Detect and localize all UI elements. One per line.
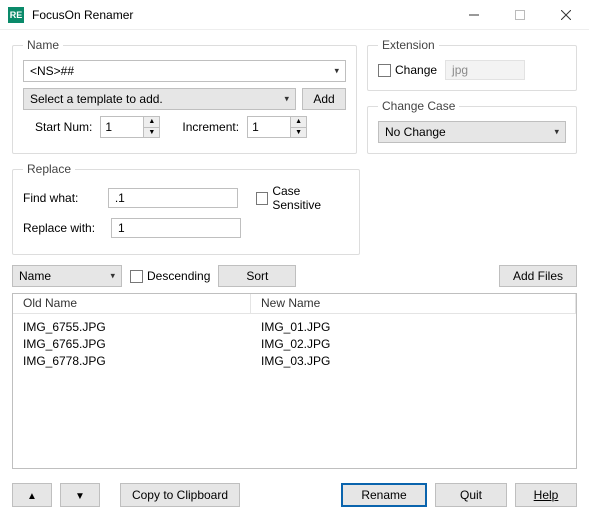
cell-old-name: IMG_6765.JPG: [13, 337, 251, 351]
window-title: FocusOn Renamer: [32, 8, 133, 22]
change-ext-checkbox[interactable]: Change: [378, 63, 437, 77]
table-row[interactable]: IMG_6755.JPGIMG_01.JPG: [13, 318, 576, 335]
descending-label: Descending: [147, 269, 210, 283]
copy-clipboard-button[interactable]: Copy to Clipboard: [120, 483, 240, 507]
minimize-icon: [469, 10, 479, 20]
case-sensitive-label: Case Sensitive: [272, 184, 349, 212]
maximize-icon: [515, 10, 525, 20]
move-up-button[interactable]: [12, 483, 52, 507]
name-group: Name <NS>## ▾ Select a template to add. …: [12, 38, 357, 154]
extension-value: jpg: [445, 60, 525, 80]
start-num-up[interactable]: ▲: [144, 116, 160, 128]
add-template-button[interactable]: Add: [302, 88, 346, 110]
move-down-button[interactable]: [60, 483, 100, 507]
start-num-down[interactable]: ▼: [144, 128, 160, 139]
start-num-input[interactable]: ▲ ▼: [100, 116, 160, 138]
case-sensitive-checkbox[interactable]: Case Sensitive: [256, 184, 349, 212]
find-what-input[interactable]: [108, 188, 238, 208]
start-num-field[interactable]: [100, 116, 144, 138]
increment-input[interactable]: ▲ ▼: [247, 116, 307, 138]
extension-group: Extension Change jpg: [367, 38, 577, 91]
replace-group: Replace Find what: Case Sensitive Replac…: [12, 162, 360, 255]
maximize-button: [497, 0, 543, 30]
triangle-down-icon: [75, 488, 85, 502]
replace-legend: Replace: [23, 162, 75, 176]
close-button[interactable]: [543, 0, 589, 30]
chevron-down-icon: ▾: [284, 94, 289, 105]
checkbox-icon: [130, 270, 143, 283]
table-row[interactable]: IMG_6765.JPGIMG_02.JPG: [13, 335, 576, 352]
name-legend: Name: [23, 38, 63, 52]
file-grid[interactable]: Old Name New Name IMG_6755.JPGIMG_01.JPG…: [12, 293, 577, 469]
sort-button[interactable]: Sort: [218, 265, 296, 287]
grid-header: Old Name New Name: [13, 294, 576, 314]
cell-new-name: IMG_02.JPG: [251, 337, 576, 351]
checkbox-icon: [378, 64, 391, 77]
titlebar: RE FocusOn Renamer: [0, 0, 589, 30]
minimize-button[interactable]: [451, 0, 497, 30]
col-old-name[interactable]: Old Name: [13, 294, 251, 313]
change-ext-label: Change: [395, 63, 437, 77]
checkbox-icon: [256, 192, 269, 205]
rename-button[interactable]: Rename: [341, 483, 427, 507]
chevron-down-icon: ▾: [554, 127, 559, 138]
name-pattern-combo[interactable]: <NS>## ▾: [23, 60, 346, 82]
cell-old-name: IMG_6778.JPG: [13, 354, 251, 368]
descending-checkbox[interactable]: Descending: [130, 269, 210, 283]
quit-button[interactable]: Quit: [435, 483, 507, 507]
add-files-button[interactable]: Add Files: [499, 265, 577, 287]
table-row[interactable]: IMG_6778.JPGIMG_03.JPG: [13, 352, 576, 369]
col-new-name[interactable]: New Name: [251, 294, 576, 313]
name-pattern-value: <NS>##: [30, 64, 74, 78]
template-combo[interactable]: Select a template to add. ▾: [23, 88, 296, 110]
increment-down[interactable]: ▼: [291, 128, 307, 139]
cell-new-name: IMG_01.JPG: [251, 320, 576, 334]
change-case-legend: Change Case: [378, 99, 459, 113]
sort-field-value: Name: [19, 269, 51, 283]
find-what-label: Find what:: [23, 191, 100, 205]
app-icon: RE: [8, 7, 24, 23]
increment-field[interactable]: [247, 116, 291, 138]
triangle-up-icon: [27, 488, 37, 502]
replace-with-label: Replace with:: [23, 221, 103, 235]
change-case-value: No Change: [385, 125, 446, 139]
sort-field-combo[interactable]: Name ▾: [12, 265, 122, 287]
chevron-down-icon: ▾: [110, 271, 115, 282]
template-placeholder: Select a template to add.: [30, 92, 163, 106]
extension-legend: Extension: [378, 38, 439, 52]
increment-up[interactable]: ▲: [291, 116, 307, 128]
help-button[interactable]: Help: [515, 483, 577, 507]
cell-old-name: IMG_6755.JPG: [13, 320, 251, 334]
increment-label: Increment:: [182, 120, 239, 134]
start-num-label: Start Num:: [35, 120, 92, 134]
chevron-down-icon: ▾: [334, 66, 339, 77]
close-icon: [561, 10, 571, 20]
change-case-group: Change Case No Change ▾: [367, 99, 577, 154]
change-case-combo[interactable]: No Change ▾: [378, 121, 566, 143]
replace-with-input[interactable]: [111, 218, 241, 238]
cell-new-name: IMG_03.JPG: [251, 354, 576, 368]
